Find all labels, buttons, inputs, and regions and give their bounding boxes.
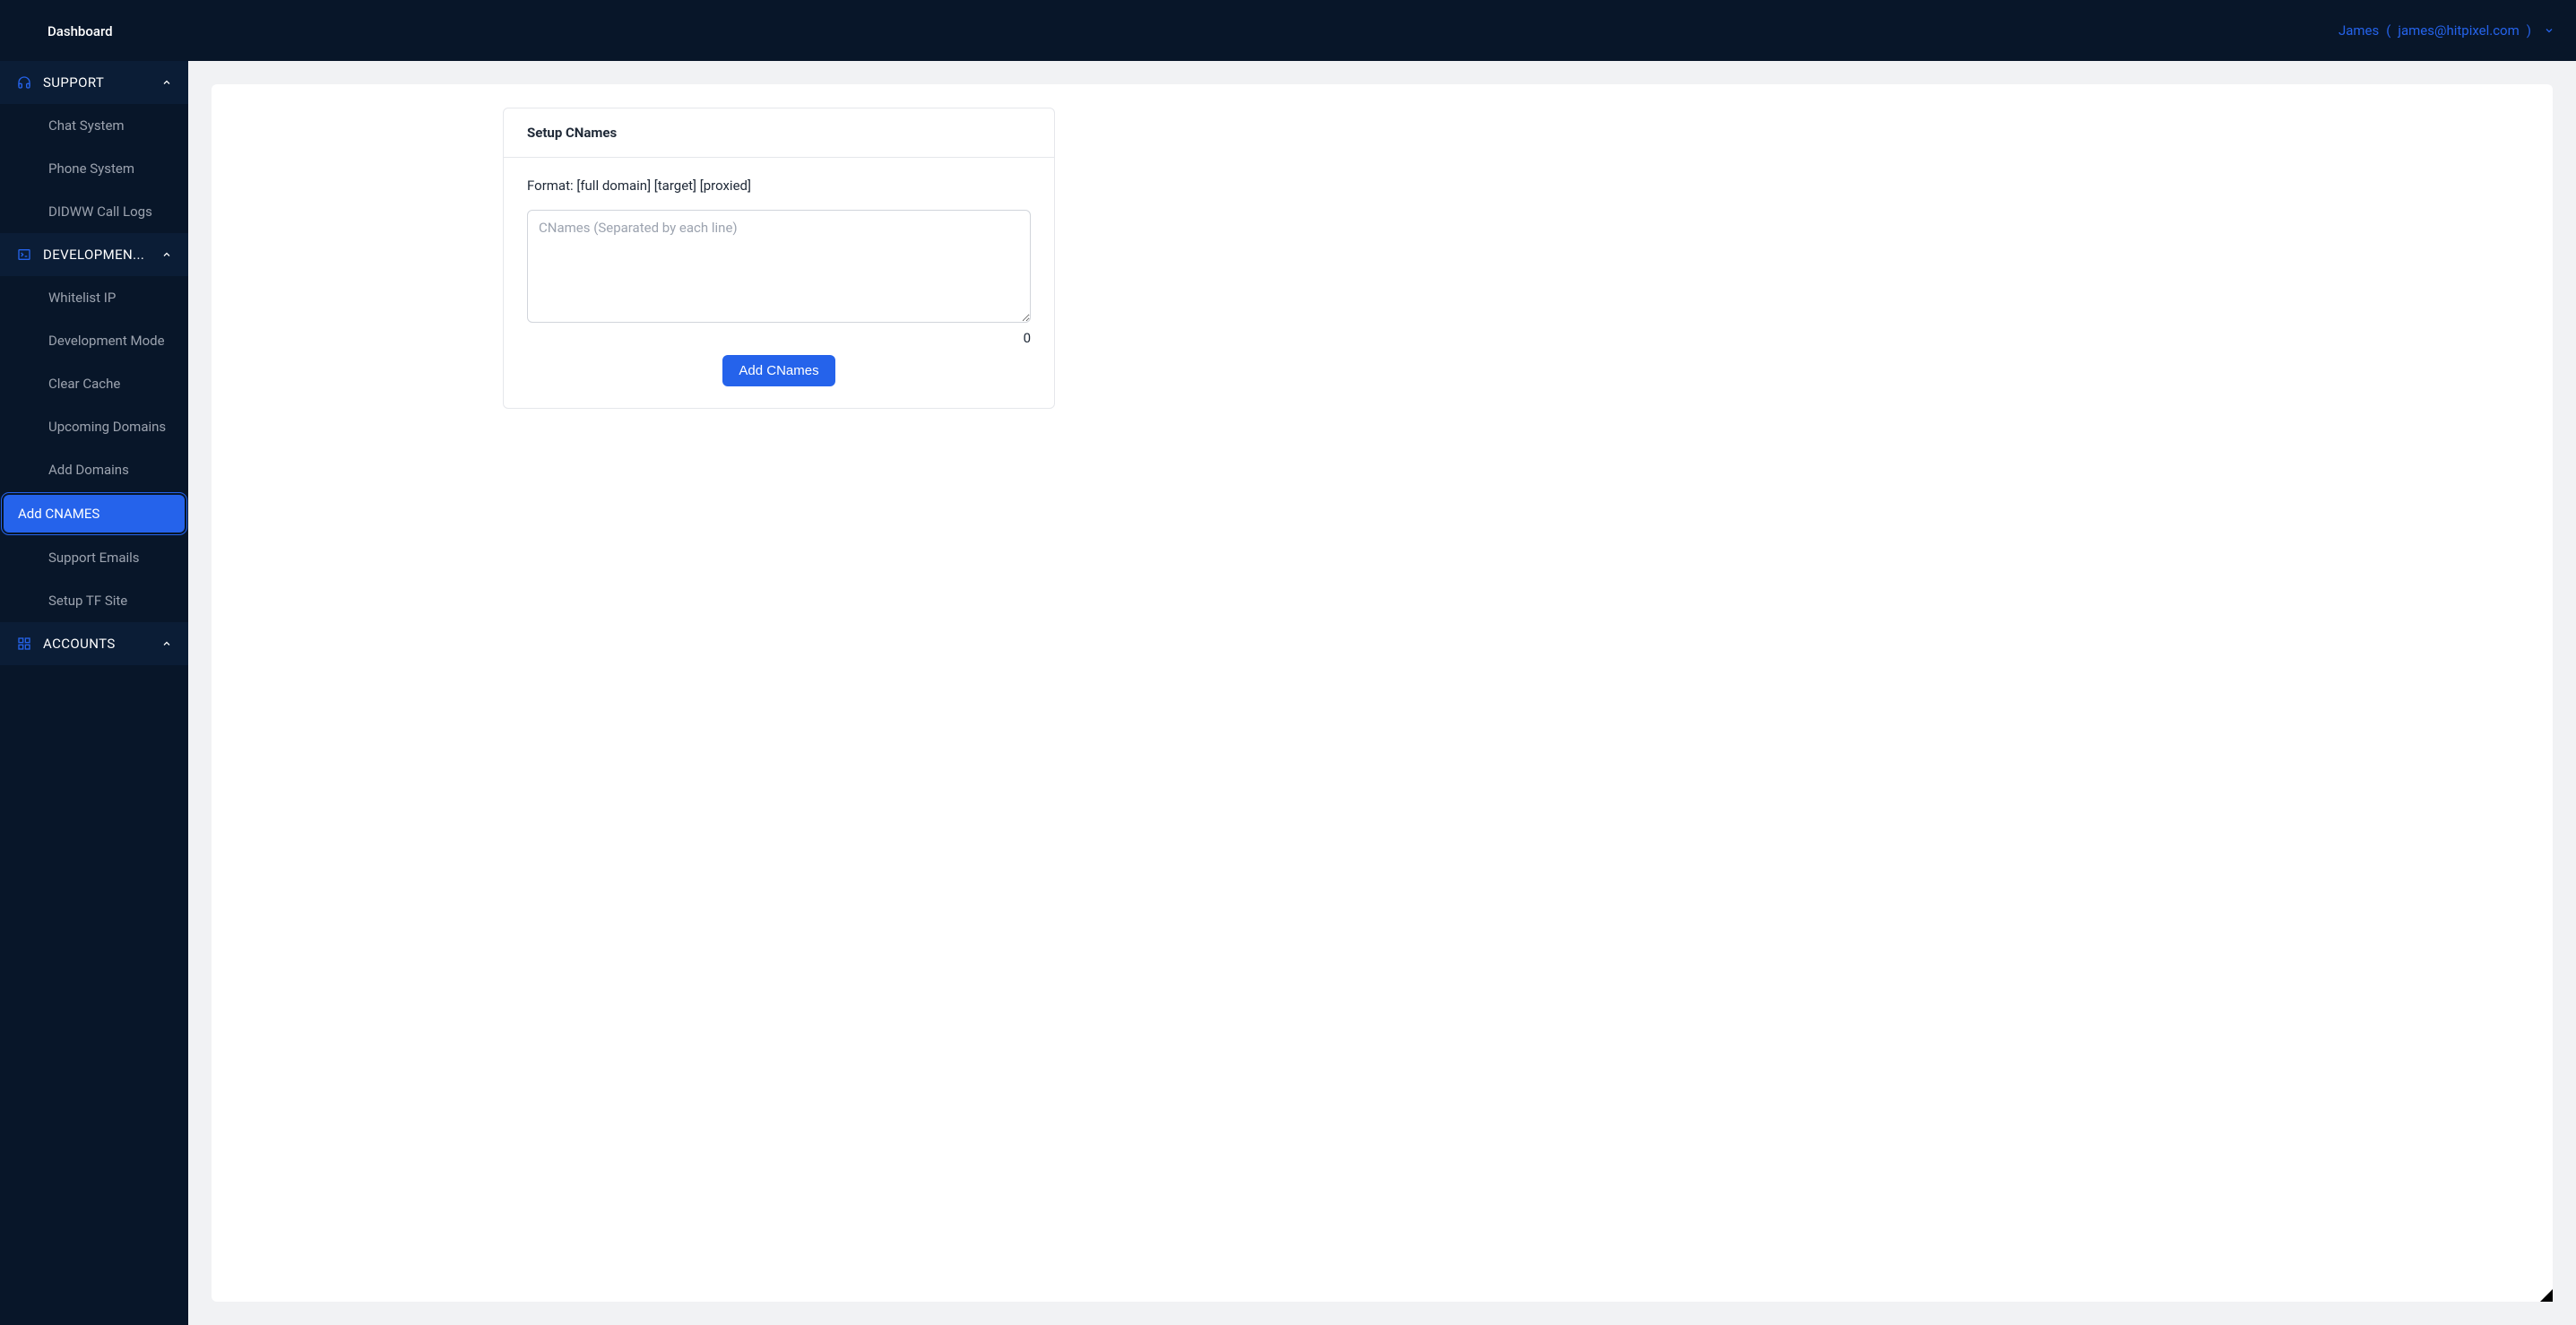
resize-handle-icon[interactable] [2540,1289,2553,1302]
chevron-up-icon [161,249,172,260]
sidebar-item-support-emails[interactable]: Support Emails [0,536,188,579]
sidebar-item-label: Phone System [48,160,134,177]
user-menu[interactable]: James ( james@hitpixel.com ) [2338,22,2554,39]
sidebar-item-development-mode[interactable]: Development Mode [0,319,188,362]
user-name: James [2338,22,2379,39]
topbar: Dashboard James ( james@hitpixel.com ) [0,0,2576,61]
format-hint: Format: [full domain] [target] [proxied] [527,178,1031,194]
sidebar-item-upcoming-domains[interactable]: Upcoming Domains [0,405,188,448]
sidebar-item-didww-call-logs[interactable]: DIDWW Call Logs [0,190,188,233]
sidebar-item-add-domains[interactable]: Add Domains [0,448,188,491]
sidebar-item-label: Development Mode [48,333,165,349]
sidebar-item-whitelist-ip[interactable]: Whitelist IP [0,276,188,319]
paren-close: ) [2527,22,2531,39]
terminal-icon [16,247,32,263]
sidebar-item-label: Add Domains [48,462,129,478]
setup-cnames-card: Setup CNames Format: [full domain] [targ… [503,108,1055,409]
sidebar-item-label: Upcoming Domains [48,419,166,435]
sidebar-section-label: ACCOUNTS [43,636,151,652]
sidebar-item-clear-cache[interactable]: Clear Cache [0,362,188,405]
sidebar-item-label: Add CNAMES [18,506,99,522]
sidebar-section-support[interactable]: SUPPORT [0,61,188,104]
page-plate: Setup CNames Format: [full domain] [targ… [212,84,2553,1302]
page-title: Dashboard [48,23,113,39]
chevron-up-icon [161,77,172,88]
sidebar-item-label: DIDWW Call Logs [48,204,152,220]
main-content: Setup CNames Format: [full domain] [targ… [188,61,2576,1325]
sidebar-item-label: Setup TF Site [48,593,127,609]
sidebar-item-phone-system[interactable]: Phone System [0,147,188,190]
card-title: Setup CNames [504,108,1054,158]
sidebar-section-accounts[interactable]: ACCOUNTS [0,622,188,665]
paren-open: ( [2386,22,2390,39]
add-cnames-button[interactable]: Add CNames [722,355,834,386]
sidebar-section-development[interactable]: DEVELOPMEN... [0,233,188,276]
chevron-down-icon [2544,25,2554,36]
user-email: james@hitpixel.com [2398,22,2519,39]
sidebar-item-label: Clear Cache [48,376,120,392]
sidebar-item-label: Chat System [48,117,125,134]
headphones-icon [16,74,32,91]
char-counter: 0 [1024,330,1031,346]
sidebar-section-label: DEVELOPMEN... [43,247,151,263]
sidebar-item-add-cnames[interactable]: Add CNAMES [0,491,188,536]
sidebar-item-chat-system[interactable]: Chat System [0,104,188,147]
grid-icon [16,636,32,652]
cnames-textarea[interactable] [527,210,1031,323]
chevron-up-icon [161,638,172,649]
sidebar: SUPPORT Chat System Phone System DIDWW C… [0,61,188,1325]
button-label: Add CNames [739,363,818,378]
sidebar-item-label: Support Emails [48,550,140,566]
sidebar-item-label: Whitelist IP [48,290,116,306]
sidebar-section-label: SUPPORT [43,74,151,91]
sidebar-item-setup-tf-site[interactable]: Setup TF Site [0,579,188,622]
